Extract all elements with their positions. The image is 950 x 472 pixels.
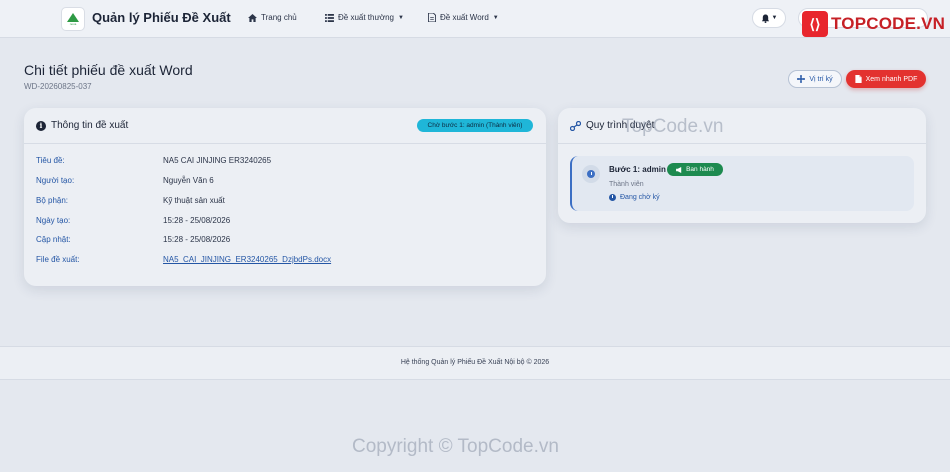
- nav-standard-label: Đề xuất thường: [338, 13, 394, 22]
- nav-home[interactable]: Trang chủ: [248, 13, 297, 22]
- plus-cross-icon: [797, 75, 806, 83]
- quick-pdf-button[interactable]: Xem nhanh PDF: [846, 70, 926, 88]
- info-label: Ngày tạo:: [36, 216, 71, 225]
- info-label: File đề xuất:: [36, 255, 80, 264]
- notifications-button[interactable]: ▼: [752, 8, 786, 28]
- home-icon: [248, 13, 257, 22]
- list-icon: [325, 13, 334, 22]
- footer-text: Hệ thống Quản lý Phiếu Đề Xuất Nội bộ © …: [400, 359, 550, 366]
- brand-title[interactable]: Quản lý Phiếu Đề Xuất: [92, 10, 231, 25]
- info-label: Bộ phận:: [36, 196, 69, 205]
- info-value: 15:28 - 25/08/2026: [163, 235, 231, 244]
- page-title: Chi tiết phiếu đề xuất Word: [24, 62, 193, 78]
- proposal-info-card: i Thông tin đề xuất Chờ bước 1: admin (T…: [24, 108, 546, 286]
- info-card-title: i Thông tin đề xuất: [36, 120, 128, 131]
- info-icon: i: [36, 120, 46, 131]
- info-value: Nguyễn Văn 6: [163, 176, 214, 185]
- approval-step: Bước 1: admin Ban hành Thành viên Đang c…: [570, 156, 914, 211]
- flow-card-title: Quy trình duyệt: [570, 120, 654, 131]
- flow-card-title-text: Quy trình duyệt: [586, 120, 655, 131]
- logo-triangle: [67, 12, 79, 22]
- step-role: Thành viên: [609, 181, 644, 188]
- info-label: Cập nhật:: [36, 235, 71, 244]
- status-badge: Chờ bước 1: admin (Thành viên): [417, 119, 533, 132]
- info-value: NA5 CAI JINJING ER3240265: [163, 156, 272, 165]
- step-status-text: Đang chờ ký: [620, 194, 660, 201]
- step-status: Đang chờ ký: [609, 194, 660, 201]
- topcode-logo-icon: ⟨⟩: [802, 11, 828, 37]
- megaphone-icon: [676, 166, 682, 173]
- topcode-watermark-logo: ⟨⟩ TOPCODE.VN: [802, 11, 945, 37]
- sign-position-button[interactable]: Vị trí ký: [788, 70, 842, 88]
- approval-flow-card: Quy trình duyệt Bước 1: admin Ban hành T…: [558, 108, 926, 223]
- info-label: Tiêu đề:: [36, 156, 65, 165]
- step-type-badge: Ban hành: [667, 163, 723, 176]
- nav-standard-proposals[interactable]: Đề xuất thường ▼: [325, 13, 404, 22]
- proposal-file-link[interactable]: NA5_CAI_JINJING_ER3240265_DzjbdPs.docx: [163, 255, 331, 264]
- topcode-logo-text: TOPCODE.VN: [831, 14, 946, 33]
- flow-card-header: Quy trình duyệt: [558, 108, 926, 144]
- step-title: Bước 1: admin: [609, 165, 666, 174]
- sign-position-label: Vị trí ký: [809, 75, 833, 83]
- brand-logo[interactable]: nova: [61, 7, 85, 31]
- chevron-down-icon: ▼: [397, 14, 404, 21]
- nav-word-proposals[interactable]: Đề xuất Word ▼: [428, 13, 499, 22]
- clock-icon: [582, 165, 600, 183]
- quick-pdf-label: Xem nhanh PDF: [865, 75, 918, 83]
- chevron-down-icon: ▼: [492, 14, 499, 21]
- bell-icon: [761, 13, 769, 23]
- info-label: Người tạo:: [36, 176, 75, 185]
- bottom-watermark: Copyright © TopCode.vn: [352, 436, 559, 457]
- pdf-icon: [855, 75, 862, 83]
- flow-icon: [570, 120, 581, 131]
- nav-word-label: Đề xuất Word: [440, 13, 489, 22]
- clock-icon: [609, 194, 616, 201]
- chevron-down-icon: ▼: [771, 15, 778, 21]
- proposal-code: WD-20260825-037: [24, 82, 92, 91]
- info-value: Kỹ thuật sản xuất: [163, 196, 225, 205]
- file-word-icon: [428, 13, 436, 22]
- nav-home-label: Trang chủ: [261, 13, 297, 22]
- page-footer: Hệ thống Quản lý Phiếu Đề Xuất Nội bộ © …: [0, 346, 950, 380]
- info-card-title-text: Thông tin đề xuất: [51, 120, 129, 131]
- info-card-header: i Thông tin đề xuất Chờ bước 1: admin (T…: [24, 108, 546, 144]
- info-value: 15:28 - 25/08/2026: [163, 216, 231, 225]
- logo-text: nova: [69, 21, 77, 26]
- step-badge-label: Ban hành: [686, 166, 714, 173]
